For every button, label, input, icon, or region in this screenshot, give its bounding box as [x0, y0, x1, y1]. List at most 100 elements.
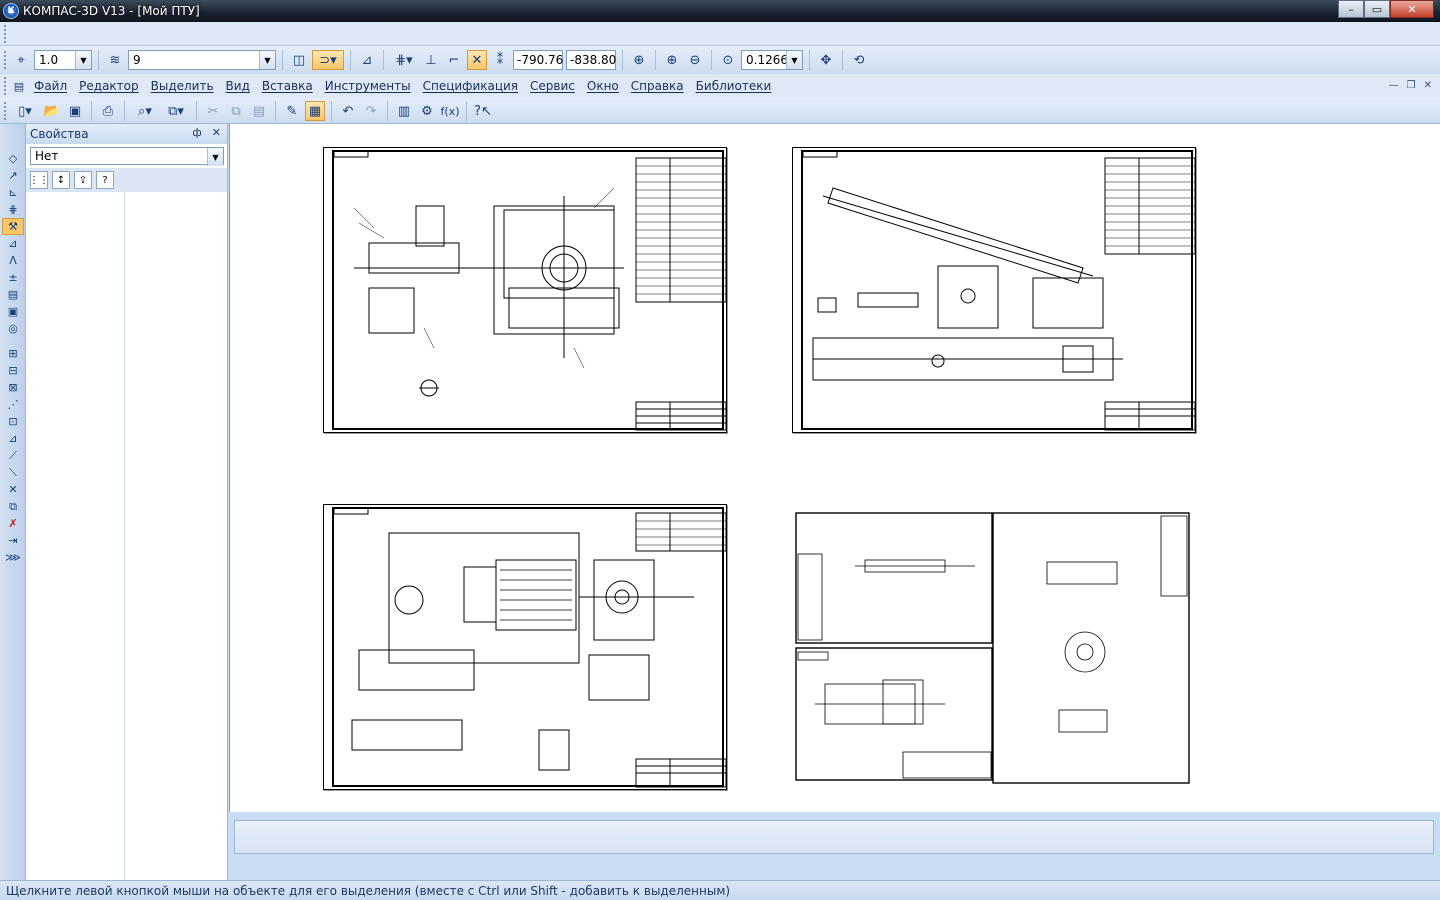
tool-f-icon[interactable]: ⊿ [2, 430, 24, 447]
chevron-down-icon[interactable]: ▼ [259, 51, 275, 69]
menu-help[interactable]: Справка [625, 79, 690, 93]
layer-icon[interactable]: ≋ [105, 50, 125, 70]
tool-c-icon[interactable]: ⊠ [2, 379, 24, 396]
toolbar-grip[interactable] [4, 51, 8, 69]
zoom-scale-icon[interactable]: ⊙ [718, 50, 738, 70]
menu-window[interactable]: Окно [581, 79, 625, 93]
drawing-sheet-3[interactable] [323, 504, 727, 790]
copy-icon[interactable]: ⧉ [226, 101, 246, 121]
object-selector[interactable]: Нет ▼ [30, 147, 224, 166]
tool-l-icon[interactable]: ⋙ [2, 549, 24, 566]
menu-insert[interactable]: Вставка [256, 79, 319, 93]
tool-j-icon[interactable]: ⧉ [2, 498, 24, 515]
step-combo[interactable]: 1.0 ▼ [34, 50, 92, 70]
tool-g-icon[interactable]: ⟋ [2, 447, 24, 464]
coord-x-field[interactable]: -790.76 [513, 50, 563, 70]
ortho-icon[interactable]: ⊿ [357, 50, 377, 70]
minimize-button[interactable]: – [1338, 0, 1364, 18]
refresh-view-icon[interactable]: ⟲ [849, 50, 869, 70]
parametrization-icon[interactable]: ⚒ [2, 218, 24, 235]
dimensions-icon[interactable]: ↗ [2, 167, 24, 184]
properties-panel-icon[interactable]: ▦ [305, 101, 325, 121]
tool-a-icon[interactable]: ⊞ [2, 345, 24, 362]
snap-step-icon[interactable]: ⌖ [11, 50, 31, 70]
mdi-restore-icon[interactable]: ❐ [1407, 80, 1416, 91]
insert-icon[interactable]: ▣ [2, 303, 24, 320]
menu-view[interactable]: Вид [220, 79, 256, 93]
local-cs-icon[interactable]: ⊥ [421, 50, 441, 70]
menu-file[interactable]: Файл [28, 79, 73, 93]
menu-tools[interactable]: Инструменты [319, 79, 417, 93]
help-icon[interactable]: ? [96, 171, 114, 189]
spec-icon[interactable]: ± [2, 269, 24, 286]
preview-icon[interactable]: ⌕▾ [131, 101, 159, 121]
chevron-down-icon[interactable]: ▼ [207, 148, 223, 166]
delete-icon[interactable]: ✗ [2, 515, 24, 532]
drawing-sheet-4[interactable] [795, 512, 1191, 784]
zoom-out-icon[interactable]: ⊖ [685, 50, 705, 70]
categorized-icon[interactable]: ⋮⋮ [29, 171, 49, 189]
menu-specification[interactable]: Спецификация [417, 79, 524, 93]
new-document-icon[interactable]: ▯▾ [11, 101, 39, 121]
save-icon[interactable]: ▣ [65, 101, 85, 121]
pin-icon[interactable]: ф [192, 126, 201, 139]
print-icon[interactable]: ⎙ [98, 101, 118, 121]
report-icon[interactable]: ▤ [2, 286, 24, 303]
panel-close-icon[interactable]: ✕ [212, 126, 221, 139]
zoom-in-icon[interactable]: ⊕ [662, 50, 682, 70]
layer-state-icon[interactable]: ◫ [289, 50, 309, 70]
select-icon[interactable]: Λ [2, 252, 24, 269]
open-icon[interactable]: 📂 [42, 101, 62, 121]
mdi-close-icon[interactable]: ✕ [1424, 80, 1432, 91]
mdi-minimize-icon[interactable]: — [1389, 80, 1399, 91]
context-help-icon[interactable]: ?↖ [473, 101, 493, 121]
tool-b-icon[interactable]: ⊟ [2, 362, 24, 379]
tool-d-icon[interactable]: ⋰ [2, 396, 24, 413]
designations-icon[interactable]: ⊾ [2, 184, 24, 201]
apply-icon[interactable]: ⇪ [74, 171, 92, 189]
menu-service[interactable]: Сервис [524, 79, 581, 93]
layer-combo[interactable]: 9 ▼ [128, 50, 276, 70]
round-coords-icon[interactable]: ✕ [467, 50, 487, 70]
chevron-down-icon[interactable]: ▼ [75, 51, 91, 69]
paste-icon[interactable]: ▤ [249, 101, 269, 121]
pan-icon[interactable]: ✥ [816, 50, 836, 70]
toolbar-grip[interactable] [4, 102, 8, 120]
coord-y-field[interactable]: -838.80 [566, 50, 616, 70]
fragment-icon[interactable]: ◎ [2, 320, 24, 337]
toolbar-grip[interactable] [4, 25, 8, 43]
grid-icon[interactable]: ⋕▾ [390, 50, 418, 70]
menu-select[interactable]: Выделить [145, 79, 220, 93]
document-icon[interactable]: ▤ [10, 77, 28, 95]
tool-i-icon[interactable]: ✕ [2, 481, 24, 498]
drawing-sheet-1[interactable] [323, 147, 727, 433]
geometry-icon[interactable]: ◇ [2, 150, 24, 167]
measure-icon[interactable]: ⊿ [2, 235, 24, 252]
drawing-canvas[interactable] [229, 124, 1440, 812]
tool-k-icon[interactable]: ⇥ [2, 532, 24, 549]
tool-h-icon[interactable]: ⟍ [2, 464, 24, 481]
cursor-coords-icon[interactable]: ⁑ [490, 50, 510, 70]
editing-icon[interactable]: ⋕ [2, 201, 24, 218]
close-button[interactable]: ✕ [1390, 0, 1434, 18]
zoom-window-icon[interactable]: ⊕ [629, 50, 649, 70]
variables-icon[interactable]: ⚙ [417, 101, 437, 121]
redo-icon[interactable]: ↷ [361, 101, 381, 121]
snap-magnet-button[interactable]: ⊃▾ [312, 50, 344, 70]
copy-properties-icon[interactable]: ✎ [282, 101, 302, 121]
menu-libraries[interactable]: Библиотеки [690, 79, 778, 93]
tool-e-icon[interactable]: ⊡ [2, 413, 24, 430]
ortho-mode-icon[interactable]: ⌐ [444, 50, 464, 70]
zoom-combo[interactable]: 0.1266 ▼ [741, 50, 803, 70]
menu-grip[interactable] [4, 77, 8, 95]
manager-icon[interactable]: ⧉▾ [162, 101, 190, 121]
maximize-button[interactable]: ▭ [1364, 0, 1390, 18]
drawing-sheet-2[interactable] [792, 147, 1196, 433]
cut-icon[interactable]: ✂ [203, 101, 223, 121]
function-icon[interactable]: f(x) [440, 101, 460, 121]
menu-editor[interactable]: Редактор [73, 79, 144, 93]
chevron-down-icon[interactable]: ▼ [786, 51, 802, 69]
undo-icon[interactable]: ↶ [338, 101, 358, 121]
sort-icon[interactable]: ↕ [52, 171, 70, 189]
library-manager-icon[interactable]: ▥ [394, 101, 414, 121]
